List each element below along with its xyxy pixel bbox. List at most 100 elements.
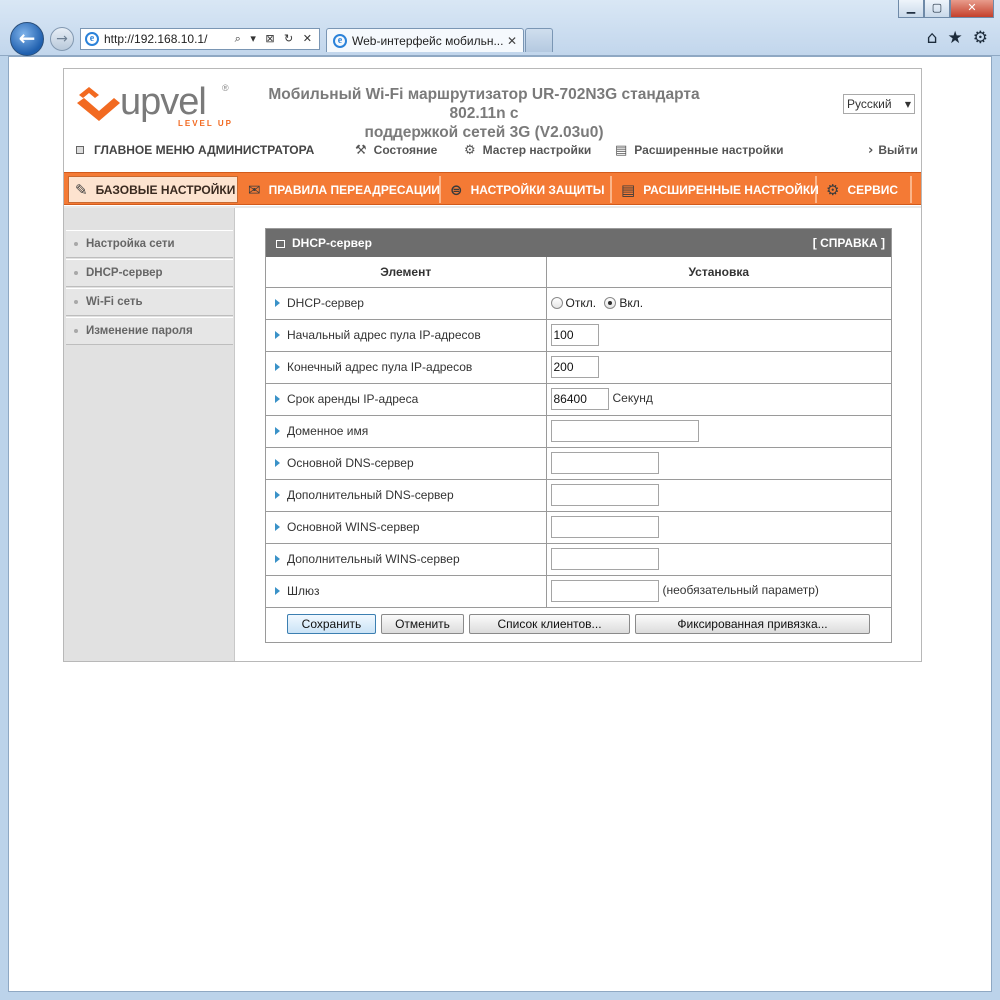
browser-tab[interactable]: e Web-интерфейс мобильн... ✕ — [326, 28, 524, 52]
table-row: Шлюз (необязательный параметр) — [266, 575, 891, 608]
row-label: Основной WINS-сервер — [266, 511, 547, 544]
lease-time-input[interactable] — [550, 388, 609, 410]
table-row: Начальный адрес пула IP-адресов — [266, 319, 891, 352]
client-list-button[interactable]: Список клиентов... — [469, 613, 630, 634]
chevron-right-icon: › — [868, 142, 874, 158]
row-label: Дополнительный WINS-сервер — [266, 543, 547, 576]
bullet-icon — [74, 329, 78, 333]
table-row: Основной WINS-сервер — [266, 511, 891, 544]
logo-tagline: LEVEL UP — [178, 119, 233, 128]
panel-title-text: DHCP-сервер — [292, 236, 372, 250]
tab-close-icon[interactable]: ✕ — [507, 34, 517, 48]
tab-forwarding-rules-label: ПРАВИЛА ПЕРЕАДРЕСАЦИИ — [268, 182, 440, 197]
nav-wizard[interactable]: ⚙ Мастер настройки — [464, 143, 591, 158]
advanced-tab-icon: ▤ — [621, 180, 636, 199]
table-row: DHCP-сервер Откл. Вкл. — [266, 287, 891, 320]
row-label-text: DHCP-сервер — [287, 296, 364, 310]
address-bar[interactable]: e http://192.168.10.1/ ⌕ ▾ ⊠ ↻ ✕ — [80, 28, 320, 50]
row-label-text: Основной WINS-сервер — [287, 520, 420, 534]
arrow-right-icon — [275, 491, 280, 499]
sidebar-item-label: Настройка сети — [86, 238, 175, 250]
primary-wins-input[interactable] — [550, 516, 659, 538]
dhcp-off-label[interactable]: Откл. — [566, 296, 597, 310]
nav-admin-menu[interactable]: ГЛАВНОЕ МЕНЮ АДМИНИСТРАТОРА — [76, 143, 314, 157]
arrow-right-icon — [275, 427, 280, 435]
row-label-text: Шлюз — [287, 584, 320, 598]
pool-end-input[interactable] — [550, 356, 599, 378]
bullet-icon — [74, 300, 78, 304]
row-label: Конечный адрес пула IP-адресов — [266, 351, 547, 384]
arrow-right-icon — [275, 555, 280, 563]
tab-service[interactable]: ⚙ СЕРВИС — [820, 176, 912, 203]
nav-logout-label: Выйти — [878, 143, 918, 157]
gateway-input[interactable] — [550, 580, 659, 602]
sidebar-item-dhcp[interactable]: DHCP-сервер — [66, 259, 233, 287]
sidebar-item-label: Изменение пароля — [86, 325, 193, 337]
primary-dns-input[interactable] — [550, 452, 659, 474]
dhcp-settings-table: Элемент Установка DHCP-сервер Откл. Вкл.… — [266, 257, 891, 608]
row-value — [546, 543, 891, 576]
help-link[interactable]: [ СПРАВКА ] — [813, 236, 885, 250]
wizard-icon: ⚙ — [464, 142, 476, 158]
tab-basic-settings[interactable]: ✎ БАЗОВЫЕ НАСТРОЙКИ — [68, 176, 238, 203]
address-url[interactable]: http://192.168.10.1/ — [104, 32, 235, 46]
sidebar: Настройка сети DHCP-сервер Wi-Fi сеть Из… — [64, 208, 235, 661]
window-controls: ▁ ▢ ✕ — [898, 0, 994, 20]
menu-square-icon — [76, 146, 84, 154]
language-select[interactable]: Русский ▼ — [843, 94, 915, 114]
static-binding-button[interactable]: Фиксированная привязка... — [635, 613, 870, 634]
table-row: Срок аренды IP-адреса Секунд — [266, 383, 891, 416]
ie-page-icon: e — [85, 32, 99, 46]
save-button[interactable]: Сохранить — [287, 613, 376, 634]
row-value — [546, 479, 891, 512]
sidebar-item-network[interactable]: Настройка сети — [66, 230, 233, 258]
nav-advanced[interactable]: ▤ Расширенные настройки — [615, 143, 784, 158]
row-label: Шлюз — [266, 575, 547, 608]
tab-advanced-settings[interactable]: ▤ РАСШИРЕННЫЕ НАСТРОЙКИ — [615, 176, 819, 203]
pool-start-input[interactable] — [550, 324, 599, 346]
row-label: Срок аренды IP-адреса — [266, 383, 547, 416]
arrow-right-icon — [275, 363, 280, 371]
sidebar-item-password[interactable]: Изменение пароля — [66, 317, 233, 345]
arrow-right-icon — [275, 299, 280, 307]
arrow-right-icon — [275, 459, 280, 467]
maximize-button[interactable]: ▢ — [924, 0, 950, 18]
table-row: Дополнительный WINS-сервер — [266, 543, 891, 576]
address-tools-icons[interactable]: ⌕ ▾ ⊠ ↻ ✕ — [235, 32, 315, 46]
browser-viewport: upvel ® LEVEL UP Мобильный Wi-Fi маршрут… — [8, 56, 992, 992]
row-label-text: Начальный адрес пула IP-адресов — [287, 328, 481, 342]
forward-button[interactable]: → — [50, 27, 74, 51]
close-window-button[interactable]: ✕ — [950, 0, 994, 18]
secondary-dns-input[interactable] — [550, 484, 659, 506]
gateway-optional-note: (необязательный параметр) — [662, 583, 819, 598]
column-header-element: Элемент — [266, 257, 547, 288]
secondary-wins-input[interactable] — [550, 548, 659, 570]
domain-name-input[interactable] — [550, 420, 699, 442]
cancel-button[interactable]: Отменить — [381, 613, 464, 634]
tab-ie-icon: e — [333, 33, 347, 48]
table-row: Дополнительный DNS-сервер — [266, 479, 891, 512]
bullet-icon — [74, 242, 78, 246]
favorites-star-icon[interactable]: ★ — [948, 28, 963, 48]
tab-forwarding-rules[interactable]: ✉ ПРАВИЛА ПЕРЕАДРЕСАЦИИ — [242, 176, 441, 203]
sidebar-item-label: Wi-Fi сеть — [86, 296, 143, 308]
sidebar-item-wifi[interactable]: Wi-Fi сеть — [66, 288, 233, 316]
row-label-text: Срок аренды IP-адреса — [287, 392, 419, 406]
back-button[interactable]: ← — [10, 22, 44, 56]
tab-security-settings-label: НАСТРОЙКИ ЗАЩИТЫ — [470, 182, 605, 197]
row-label: DHCP-сервер — [266, 287, 547, 320]
tab-security-settings[interactable]: ⊜ НАСТРОЙКИ ЗАЩИТЫ — [444, 176, 612, 203]
dhcp-panel: DHCP-сервер [ СПРАВКА ] Элемент Установк… — [265, 228, 892, 643]
tools-gear-icon[interactable]: ⚙ — [973, 28, 988, 48]
dhcp-off-radio[interactable] — [550, 297, 563, 309]
home-icon[interactable]: ⌂ — [927, 28, 938, 48]
minimize-button[interactable]: ▁ — [898, 0, 924, 18]
row-value — [546, 447, 891, 480]
nav-logout[interactable]: › Выйти — [868, 143, 918, 158]
dhcp-toggle: Откл. Вкл. — [546, 287, 891, 320]
nav-status[interactable]: ⚒ Состояние — [355, 143, 437, 158]
dhcp-on-label[interactable]: Вкл. — [619, 296, 643, 310]
page-title-line1: Мобильный Wi-Fi маршрутизатор UR-702N3G … — [268, 86, 700, 122]
dhcp-on-radio[interactable] — [604, 297, 617, 309]
new-tab-button[interactable] — [525, 28, 553, 52]
